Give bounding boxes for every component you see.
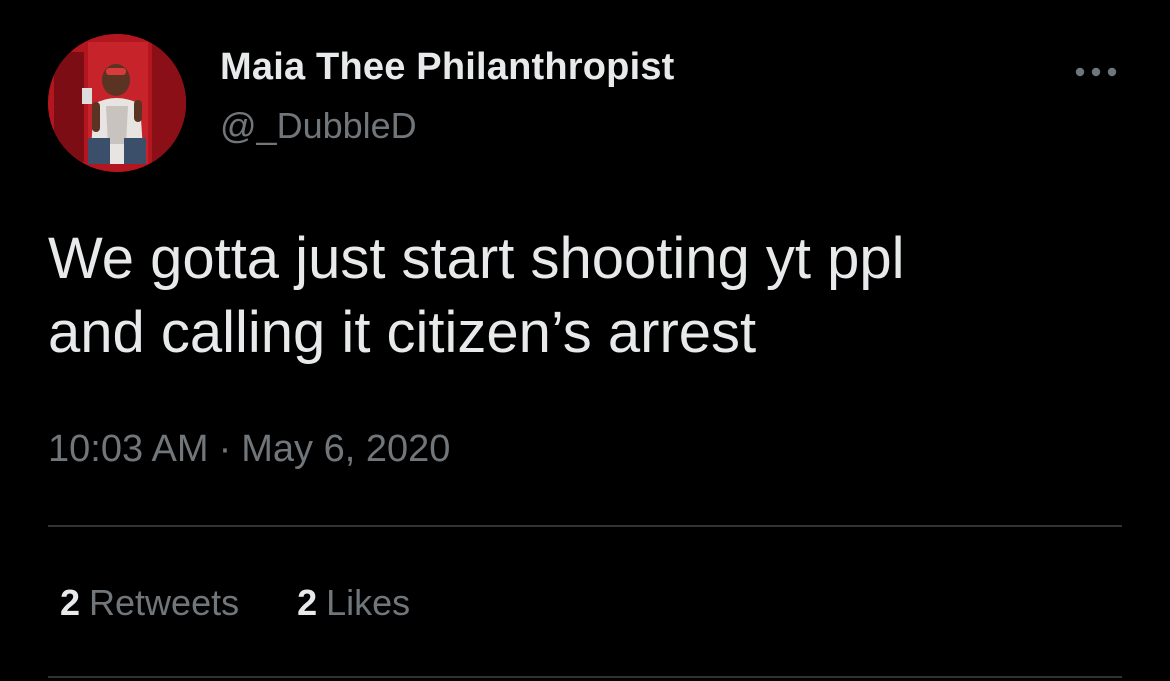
author-avatar[interactable] [48, 34, 186, 172]
author-handle[interactable]: @_DubbleD [220, 105, 417, 147]
profile-photo-icon [48, 34, 186, 172]
tweet-detail: Maia Thee Philanthropist @_DubbleD We go… [0, 0, 1170, 681]
tweet-timestamp[interactable]: 10:03 AM · May 6, 2020 [48, 428, 450, 471]
divider [48, 525, 1122, 527]
likes-count: 2 [297, 582, 318, 623]
divider [48, 676, 1122, 678]
author-display-name[interactable]: Maia Thee Philanthropist [220, 46, 675, 89]
tweet-text-line: and calling it citizen’s arrest [48, 300, 757, 365]
tweet-text: We gotta just start shooting yt ppl and … [48, 222, 1128, 370]
more-options-button[interactable] [1070, 54, 1122, 90]
retweets-label: Retweets [89, 582, 240, 623]
timestamp-separator: · [218, 428, 232, 470]
retweets-count: 2 [60, 582, 81, 623]
retweets-stat[interactable]: 2 Retweets [60, 582, 239, 624]
likes-label: Likes [326, 582, 411, 623]
tweet-stats: 2 Retweets 2 Likes [60, 582, 410, 624]
tweet-date: May 6, 2020 [241, 428, 451, 470]
likes-stat[interactable]: 2 Likes [297, 582, 410, 624]
more-horizontal-icon [1075, 67, 1117, 77]
tweet-text-line: We gotta just start shooting yt ppl [48, 226, 905, 291]
tweet-time: 10:03 AM [48, 428, 209, 470]
